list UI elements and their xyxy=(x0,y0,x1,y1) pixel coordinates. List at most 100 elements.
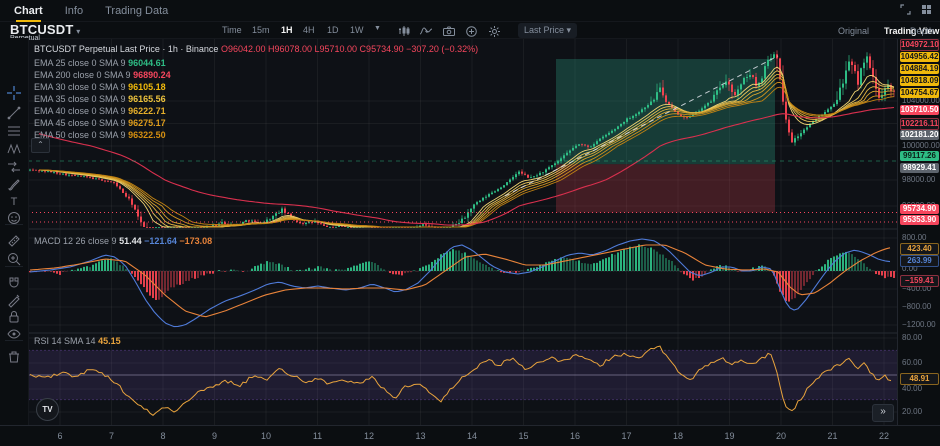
xabcd-pattern-tool-icon[interactable] xyxy=(5,140,23,158)
interval-1w[interactable]: 1W xyxy=(350,25,364,35)
lock-tool-icon[interactable] xyxy=(5,308,23,326)
interval-15m[interactable]: 15m xyxy=(252,25,270,35)
ema-legend-row[interactable]: EMA 40 close 0 SMA 9 96222.71 xyxy=(34,106,166,116)
trash-tool-icon[interactable] xyxy=(5,348,23,366)
chart-legend-title[interactable]: BTCUSDT Perpetual Last Price · 1h · Bina… xyxy=(34,44,478,54)
time-axis-label: 15 xyxy=(518,431,529,441)
chart-toolbar: BTCUSDT ▾ Perpetual Time 15m 1H 4H 1D 1W… xyxy=(0,22,940,42)
ema-legend-row[interactable]: EMA 30 close 0 SMA 9 96105.18 xyxy=(34,82,166,92)
ema-legend-row[interactable]: EMA 35 close 0 SMA 9 96165.56 xyxy=(34,94,166,104)
price-axis[interactable]: 104000.00100000.0098000.0096000.00800.00… xyxy=(897,38,940,425)
text-tool-icon[interactable]: T xyxy=(5,192,23,210)
time-label: Time xyxy=(222,25,242,35)
expand-icon[interactable] xyxy=(900,4,911,15)
time-axis-label: 18 xyxy=(672,431,684,441)
magnet-tool-icon[interactable] xyxy=(5,274,23,292)
price-badge[interactable]: 102216.11 xyxy=(900,118,939,130)
price-badge[interactable]: 95734.90 xyxy=(900,204,939,214)
axis-price-label: 100000.00 xyxy=(902,141,940,150)
rsi-legend[interactable]: RSI 14 SMA 14 45.15 xyxy=(34,336,121,346)
toolbar-separator xyxy=(5,224,23,225)
time-axis[interactable]: 6 7 8 9 10 11 12 13 14 15 16 17 18 19 20 21 22 xyxy=(0,425,940,446)
ruler-tool-icon[interactable] xyxy=(5,232,23,250)
axis-price-label: −800.00 xyxy=(902,302,932,311)
interval-1h[interactable]: 1H xyxy=(281,25,293,35)
add-circle-icon[interactable] xyxy=(466,26,477,37)
view-tab-original[interactable]: Original xyxy=(838,26,869,36)
time-axis-label: 13 xyxy=(415,431,426,441)
price-badge[interactable]: 48.91 xyxy=(900,373,939,385)
drawing-tools-sidebar: T xyxy=(0,38,29,425)
settings-gear-icon[interactable] xyxy=(489,26,500,37)
time-axis-label: 7 xyxy=(108,431,115,441)
macd-value: 51.44 xyxy=(119,236,142,246)
price-badge[interactable]: 102181.20 xyxy=(900,130,939,140)
price-badge[interactable]: 104754.67 xyxy=(900,88,939,98)
time-axis-label: 21 xyxy=(827,431,838,441)
ema-legend-row[interactable]: EMA 50 close 0 SMA 9 96322.50 xyxy=(34,130,166,140)
expand-panel-button[interactable]: » xyxy=(872,404,894,422)
collapse-indicators-button[interactable]: ⌃ xyxy=(31,138,50,153)
time-axis-label: 16 xyxy=(569,431,581,441)
time-axis-label: 11 xyxy=(312,431,323,441)
price-badge[interactable]: 98929.41 xyxy=(900,163,939,173)
axis-price-label: 800.00 xyxy=(902,233,927,242)
fib-lines-tool-icon[interactable] xyxy=(5,122,23,140)
axis-price-label: 80.00 xyxy=(902,333,923,342)
toolbar-separator xyxy=(5,266,23,267)
interval-4h[interactable]: 4H xyxy=(303,25,315,35)
price-badge[interactable]: −159.41 xyxy=(900,275,939,287)
time-axis-label: 9 xyxy=(211,431,218,441)
price-badge[interactable]: 104884.19 xyxy=(900,64,939,74)
brush-tool-icon[interactable] xyxy=(5,175,23,193)
symbol-caret-icon: ▾ xyxy=(76,27,81,36)
chart-style-icon[interactable] xyxy=(398,26,410,36)
price-badge[interactable]: 104972.10 xyxy=(900,39,939,51)
price-badge[interactable]: 99117.26 xyxy=(900,151,939,161)
price-badge[interactable]: 104818.09 xyxy=(900,76,939,86)
trading-app-window: Chart Info Trading Data BTCUSDT ▾ Perpet… xyxy=(0,0,940,446)
price-badge[interactable]: 423.40 xyxy=(900,243,939,255)
ema-legend-row[interactable]: EMA 25 close 0 SMA 9 96044.61 xyxy=(34,58,166,68)
indicators-icon[interactable] xyxy=(420,26,432,36)
grid-layout-icon[interactable] xyxy=(921,4,932,15)
price-badge[interactable]: 104956.42 xyxy=(900,52,939,62)
time-axis-label: 17 xyxy=(621,431,632,441)
camera-icon[interactable] xyxy=(443,26,455,36)
macd-legend[interactable]: MACD 12 26 close 9 51.44 −121.64 −173.08 xyxy=(34,236,212,246)
price-badge[interactable]: 263.99 xyxy=(900,255,939,267)
interval-1d[interactable]: 1D xyxy=(327,25,339,35)
price-badge[interactable]: 103710.50 xyxy=(900,105,939,115)
tab-trading-data[interactable]: Trading Data xyxy=(105,5,168,17)
time-axis-label: 6 xyxy=(57,431,63,441)
time-axis-label: 14 xyxy=(466,431,478,441)
macd-value: −121.64 xyxy=(141,236,177,246)
interval-caret-icon[interactable]: ▼ xyxy=(374,25,381,32)
time-axis-label: 10 xyxy=(260,431,272,441)
draw-lock-tool-icon[interactable] xyxy=(5,291,23,309)
axis-price-label: 60.00 xyxy=(902,358,923,367)
forecast-tool-icon[interactable] xyxy=(5,158,23,176)
price-mode-selector[interactable]: Last Price ▾ xyxy=(518,23,578,38)
tradingview-logo[interactable]: TV xyxy=(36,398,59,421)
trend-line-tool-icon[interactable] xyxy=(5,104,23,122)
crosshair-tool-icon[interactable] xyxy=(5,84,23,102)
tab-info[interactable]: Info xyxy=(65,5,83,17)
top-tab-bar: Chart Info Trading Data xyxy=(0,0,940,22)
time-axis-label: 8 xyxy=(160,431,166,441)
tab-chart[interactable]: Chart xyxy=(14,5,43,22)
long-position-loss-zone xyxy=(556,164,775,213)
view-tab-depth[interactable]: Depth xyxy=(910,26,934,36)
svg-text:T: T xyxy=(11,196,18,208)
time-axis-label: 20 xyxy=(775,431,787,441)
axis-price-label: −1200.00 xyxy=(902,320,936,329)
ema-legend-row[interactable]: EMA 200 close 0 SMA 9 96890.24 xyxy=(34,70,171,80)
ohlc-values: O96042.00 H96078.00 L95710.00 C95734.90 … xyxy=(220,44,479,54)
ema-legend-row[interactable]: EMA 45 close 0 SMA 9 96275.17 xyxy=(34,118,166,128)
axis-price-label: 98000.00 xyxy=(902,175,936,184)
time-axis-label: 12 xyxy=(363,431,375,441)
long-position-profit-zone xyxy=(556,58,775,165)
time-axis-label: 19 xyxy=(724,431,735,441)
price-badge[interactable]: 95353.90 xyxy=(900,215,939,225)
axis-price-label: 20.00 xyxy=(902,407,923,416)
